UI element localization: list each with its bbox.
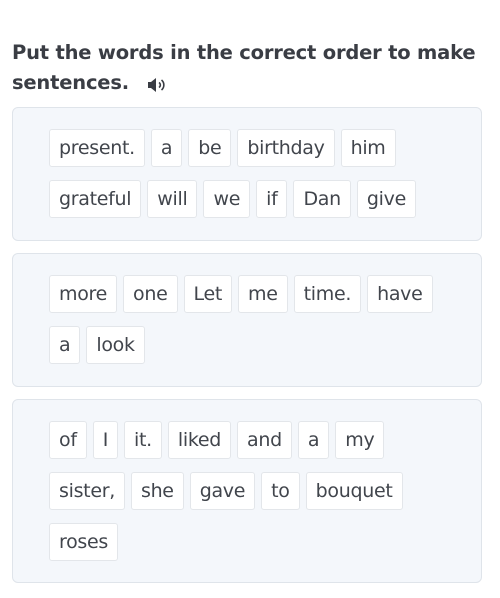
- word-bank: of Iit. liked and a my sister, she gave to bouquet…: [49, 421, 459, 574]
- word-tile[interactable]: a: [49, 326, 81, 364]
- word-tile[interactable]: sister,: [49, 472, 125, 510]
- word-row: grateful will we if Dan give: [49, 180, 459, 218]
- word-tile[interactable]: if: [256, 180, 288, 218]
- word-tile[interactable]: Dan: [293, 180, 351, 218]
- word-tile[interactable]: time.: [293, 275, 362, 313]
- word-tile[interactable]: one: [123, 275, 178, 313]
- word-tile[interactable]: me: [238, 275, 288, 313]
- word-tile[interactable]: liked: [167, 421, 232, 459]
- word-tile[interactable]: my: [335, 421, 385, 459]
- word-row: a look: [49, 326, 459, 364]
- word-tile[interactable]: a: [297, 421, 330, 459]
- instruction-heading: Put the words in the correct order to ma…: [12, 38, 482, 98]
- speaker-icon[interactable]: [147, 73, 167, 92]
- word-tile[interactable]: and: [237, 421, 292, 459]
- word-tile[interactable]: birthday: [237, 129, 335, 167]
- word-tile[interactable]: look: [86, 326, 145, 364]
- word-tile[interactable]: Let: [183, 275, 232, 313]
- word-row: of Iit. liked and a my: [49, 421, 459, 459]
- word-tile[interactable]: gave: [189, 472, 256, 510]
- word-tile[interactable]: more: [49, 275, 118, 313]
- word-tile[interactable]: we: [203, 180, 251, 218]
- word-tile[interactable]: bouquet: [305, 472, 403, 510]
- word-row: present. a be birthday him: [49, 129, 459, 167]
- word-tile[interactable]: grateful: [49, 180, 142, 218]
- word-bank: present. a be birthday him grateful will we if Da…: [49, 129, 459, 231]
- word-row: more one Let me time. have: [49, 275, 459, 313]
- word-tile[interactable]: she: [130, 472, 184, 510]
- word-tile[interactable]: him: [340, 129, 396, 167]
- exercise-panel-3: of Iit. liked and a my sister, she gave to bouquet…: [12, 399, 482, 583]
- word-tile[interactable]: I: [92, 421, 119, 459]
- word-tile[interactable]: have: [367, 275, 433, 313]
- word-bank: more one Let me time. have a look: [49, 275, 459, 377]
- exercise-panel-1: present. a be birthday him grateful will we if Da…: [12, 107, 482, 241]
- word-tile[interactable]: give: [356, 180, 416, 218]
- word-tile[interactable]: to: [261, 472, 300, 510]
- word-tile[interactable]: it.: [124, 421, 162, 459]
- instruction-text: Put the words in the correct order to ma…: [12, 41, 476, 94]
- word-tile[interactable]: a: [150, 129, 183, 167]
- word-row: sister, she gave to bouquet: [49, 472, 459, 510]
- word-tile[interactable]: of: [49, 421, 87, 459]
- exercise-panel-2: more one Let me time. have a look: [12, 253, 482, 387]
- word-tile[interactable]: roses: [49, 523, 119, 561]
- word-tile[interactable]: be: [188, 129, 232, 167]
- word-tile[interactable]: present.: [49, 129, 145, 167]
- word-row: roses: [49, 523, 459, 561]
- word-tile[interactable]: will: [147, 180, 198, 218]
